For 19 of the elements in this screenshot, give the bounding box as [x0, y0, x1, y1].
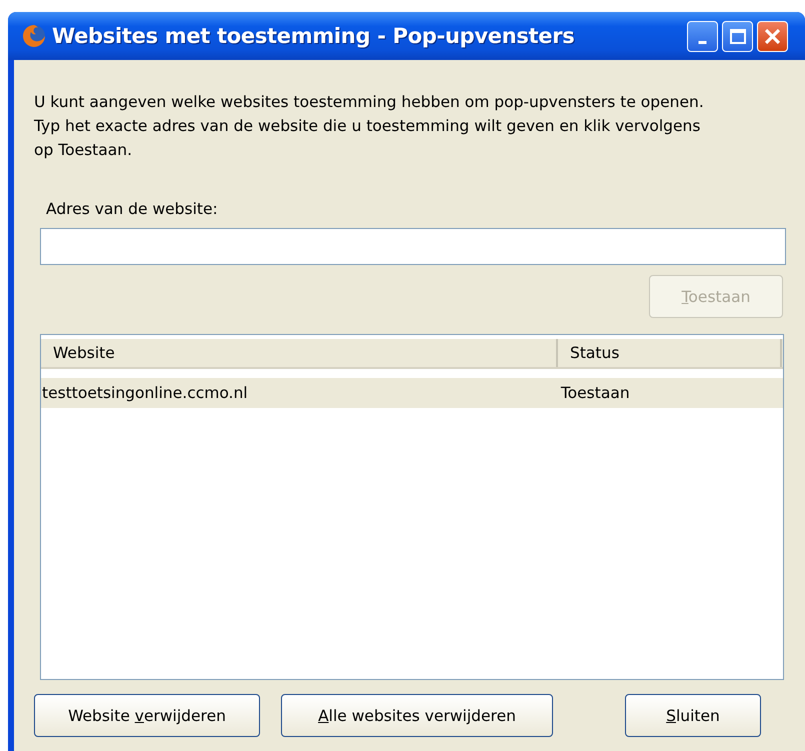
description-text: U kunt aangeven welke websites toestemming hebben om pop-upvensters te openen. Typ het exacte adres van de website die u toestemming wilt geven en klik vervolgens op Toestaan.	[34, 92, 705, 161]
window-title: Websites met toestemming - Pop-upvensters	[52, 24, 574, 48]
dialog-button[interactable]: Sluiten	[625, 694, 761, 737]
field-label: Adres van de website:	[46, 200, 219, 218]
website-cell-text: testtoetsingonline.ccmo.nl	[41, 383, 249, 404]
dialog-button[interactable]: Website verwijderen	[34, 694, 260, 737]
status-cell-text: Toestaan	[560, 383, 631, 404]
maximize-button[interactable]	[722, 20, 753, 52]
close-button[interactable]	[757, 20, 788, 52]
column-header[interactable]: Status	[558, 339, 782, 367]
dialog-button[interactable]: Alle websites verwijderen	[281, 694, 553, 737]
list-row[interactable]: testtoetsingonline.ccmo.nl Toestaan	[41, 378, 783, 408]
maximize-icon	[730, 28, 746, 44]
minimize-icon	[698, 40, 707, 44]
globe-icon	[22, 24, 46, 48]
minimize-button[interactable]	[687, 20, 718, 52]
address-field[interactable]	[40, 228, 786, 265]
column-header[interactable]: Website	[41, 339, 558, 367]
close-icon	[765, 28, 780, 44]
